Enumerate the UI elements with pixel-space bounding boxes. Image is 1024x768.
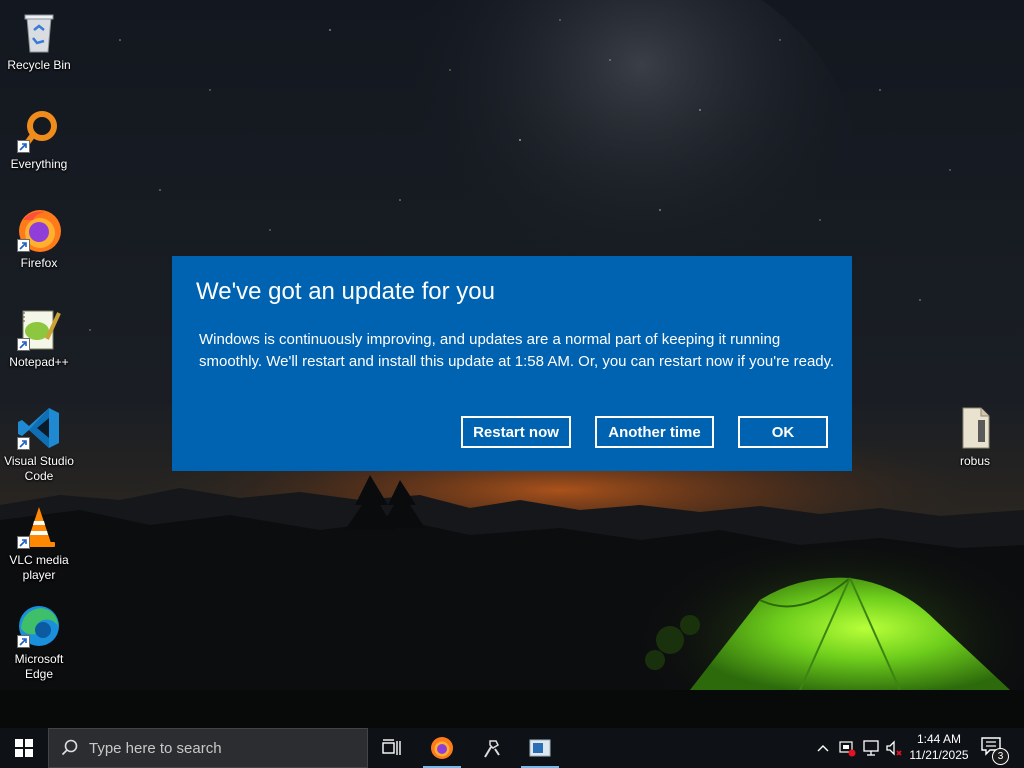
desktop-icon-everything[interactable]: Everything [1,107,77,172]
clock-time: 1:44 AM [916,732,962,746]
dialog-message: Windows is continuously improving, and u… [199,331,835,370]
shortcut-arrow-icon [17,239,30,252]
another-time-button[interactable]: Another time [595,416,714,448]
file-icon [951,404,999,452]
tray-volume-button[interactable] [884,738,904,758]
desktop-icon-label: Microsoft Edge [14,652,64,681]
taskbar-search-box[interactable]: Type here to search [48,728,368,768]
tray-network-button[interactable] [861,738,881,758]
desktop-icon-label: robus [959,454,991,468]
desktop-icon-label: Notepad++ [9,355,69,369]
shortcut-arrow-icon [17,536,30,549]
taskbar: Type here to search 1:44 AM 11/21/2025 3 [0,728,1024,768]
window-app-icon [529,739,551,757]
desktop-icon-recycle-bin[interactable]: Recycle Bin [1,8,77,73]
firefox-icon [431,737,453,759]
desktop-icon-label: Recycle Bin [7,58,71,72]
shortcut-arrow-icon [17,140,30,153]
vlc-icon [15,503,63,551]
firefox-icon [15,206,63,254]
task-view-icon [382,739,401,755]
taskbar-window-app[interactable] [517,728,563,768]
shortcut-arrow-icon [17,338,30,351]
desktop-icon-robus[interactable]: robus [937,404,1013,469]
tray-security-icon-button[interactable] [837,738,857,758]
desktop-icon-label: Visual Studio Code [4,454,74,483]
taskbar-tool-app[interactable] [469,728,515,768]
search-icon [61,739,78,756]
desktop-icon-vlc[interactable]: VLC media player [1,503,77,583]
shortcut-arrow-icon [17,635,30,648]
shortcut-arrow-icon [17,437,30,450]
vscode-icon [15,404,63,452]
chevron-up-icon [817,745,829,752]
ok-button[interactable]: OK [738,416,828,448]
update-dialog: We've got an update for you Windows is c… [172,256,852,471]
task-view-button[interactable] [369,728,415,768]
desktop-icon-label: VLC media player [9,553,69,582]
dialog-title: We've got an update for you [196,278,496,305]
recycle-bin-icon [15,8,63,56]
windows-logo-icon [15,739,33,757]
taskbar-firefox[interactable] [419,728,465,768]
action-center-button[interactable]: 3 [980,736,1010,765]
taskbar-clock[interactable]: 1:44 AM 11/21/2025 [904,731,974,763]
restart-now-button[interactable]: Restart now [461,416,571,448]
everything-search-icon [15,107,63,155]
desktop-icon-vscode[interactable]: Visual Studio Code [1,404,77,484]
security-alert-icon [839,741,856,757]
paint-tool-icon [484,740,500,758]
desktop-icon-label: Everything [10,157,68,171]
clock-date: 11/21/2025 [909,748,969,762]
show-hidden-icons-button[interactable] [813,738,833,758]
desktop-icon-firefox[interactable]: Firefox [1,206,77,271]
notepad-plus-plus-icon [15,305,63,353]
desktop-icon-notepad-plus-plus[interactable]: Notepad++ [1,305,77,370]
notification-count-badge: 3 [992,748,1009,765]
desktop-icon-edge[interactable]: Microsoft Edge [1,602,77,682]
search-placeholder: Type here to search [89,740,222,757]
desktop-icon-label: Firefox [20,256,58,270]
start-button[interactable] [0,728,48,768]
network-icon [863,740,879,756]
volume-muted-icon [886,740,902,756]
edge-icon [15,602,63,650]
